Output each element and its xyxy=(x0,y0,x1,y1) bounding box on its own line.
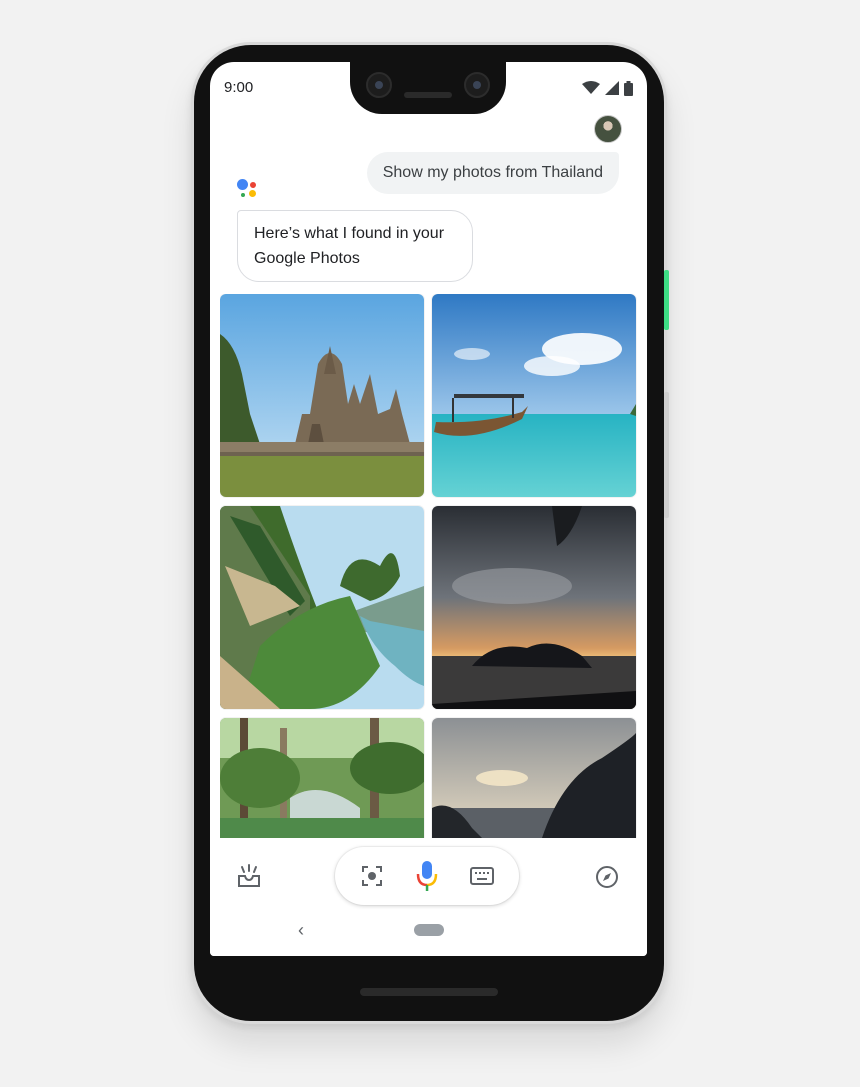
keyboard-icon[interactable] xyxy=(469,864,495,888)
camera-notch xyxy=(350,50,506,114)
user-query-bubble: Show my photos from Thailand xyxy=(366,152,619,194)
bottom-speaker xyxy=(360,988,498,996)
earpiece-speaker xyxy=(404,92,452,98)
explore-compass-icon[interactable] xyxy=(593,863,621,891)
photo-train-railway[interactable] xyxy=(220,506,424,709)
volume-button xyxy=(664,392,669,518)
mic-icon[interactable] xyxy=(414,859,440,893)
photo-grid xyxy=(220,294,637,840)
photo-sea-sunset-tree[interactable] xyxy=(432,718,636,840)
wifi-icon xyxy=(582,81,600,94)
status-icons xyxy=(582,80,633,96)
photo-waterfall-forest[interactable] xyxy=(220,718,424,840)
assistant-reply-bubble: Here’s what I found in your Google Photo… xyxy=(237,210,473,282)
power-button xyxy=(664,270,669,330)
battery-icon xyxy=(624,80,633,96)
assistant-logo-icon xyxy=(236,176,262,200)
photo-longtail-boat[interactable] xyxy=(432,294,636,497)
front-camera-left xyxy=(366,72,392,98)
assistant-bottom-bar: ‹ xyxy=(210,838,647,956)
lens-icon[interactable] xyxy=(359,863,385,889)
cell-signal-icon xyxy=(605,81,619,95)
snapshot-tray-icon[interactable] xyxy=(236,863,262,891)
front-camera-right xyxy=(464,72,490,98)
phone-screen: 9:00 Show my photos from Thailand Here’s… xyxy=(210,62,647,956)
nav-back-button[interactable]: ‹ xyxy=(298,920,304,941)
status-time: 9:00 xyxy=(224,79,254,96)
input-pill xyxy=(335,847,519,905)
photo-temple-ruins[interactable] xyxy=(220,294,424,497)
photo-sunset-rocks[interactable] xyxy=(432,506,636,709)
nav-home-button[interactable] xyxy=(414,924,444,936)
user-avatar[interactable] xyxy=(594,115,622,143)
